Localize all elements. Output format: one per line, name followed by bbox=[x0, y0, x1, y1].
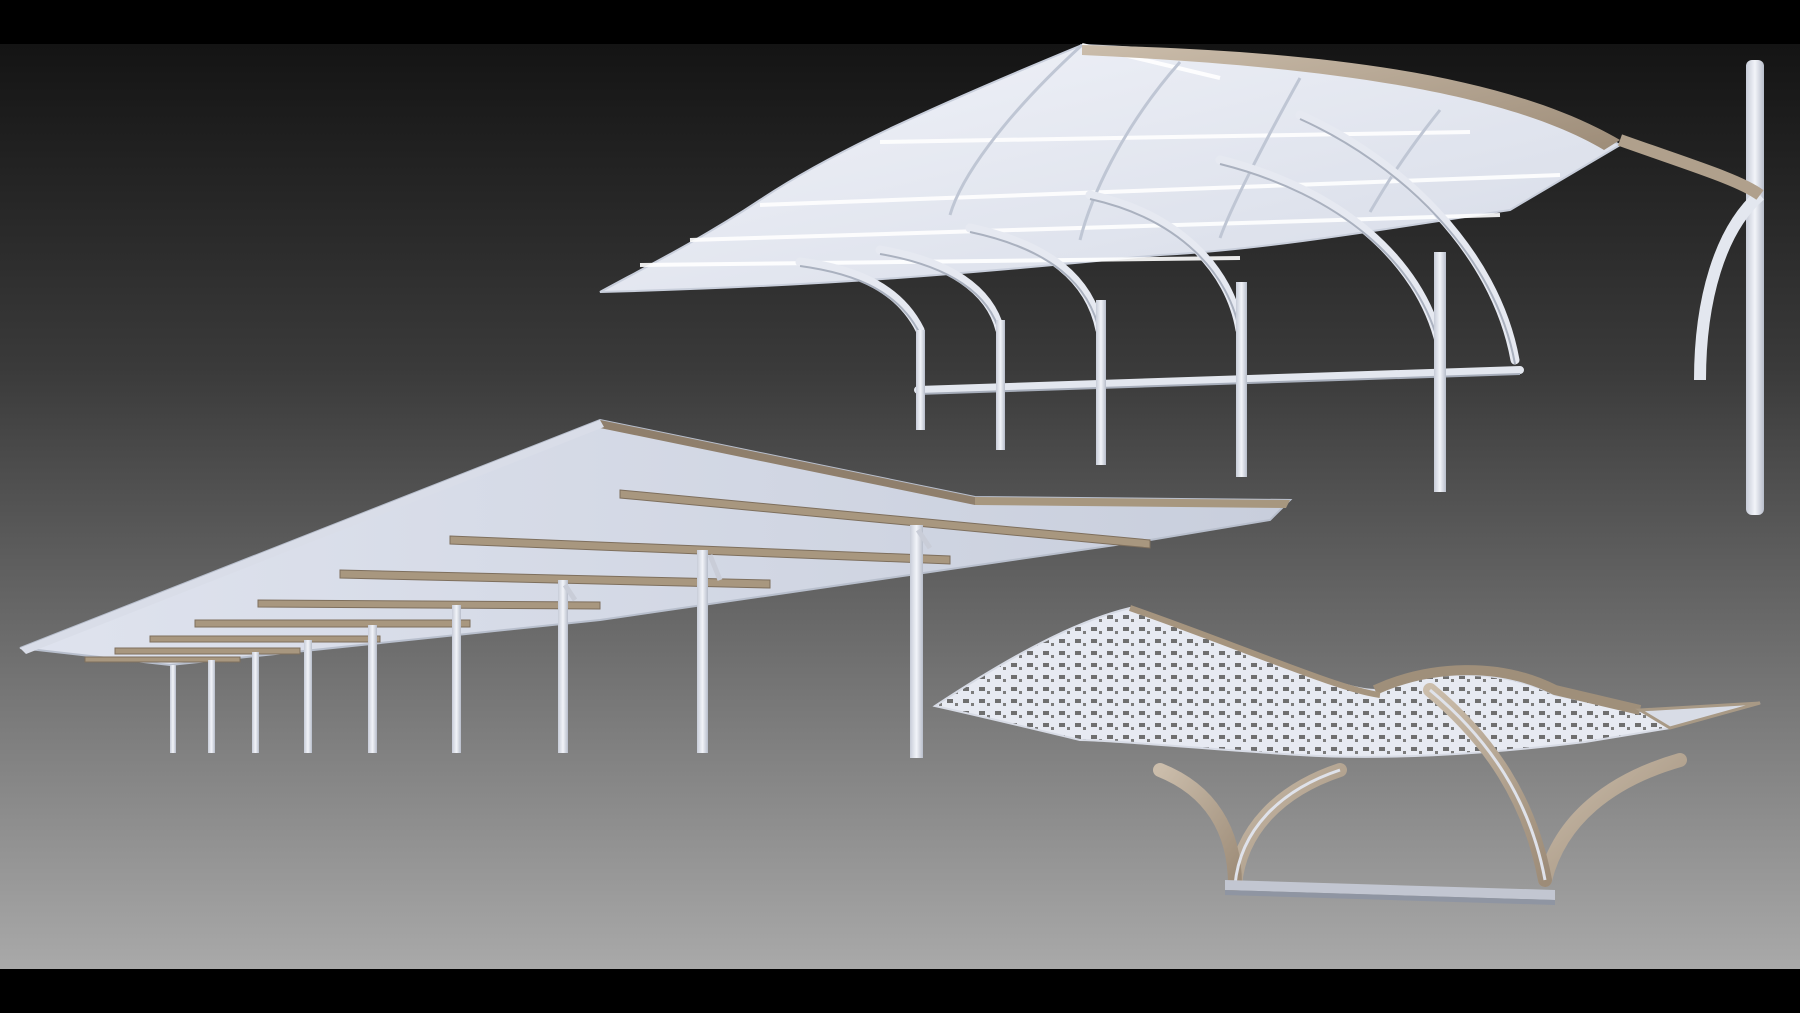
letterbox-bottom bbox=[0, 969, 1800, 1013]
scene-svg bbox=[0, 43, 1800, 969]
render-viewport bbox=[0, 0, 1800, 1013]
